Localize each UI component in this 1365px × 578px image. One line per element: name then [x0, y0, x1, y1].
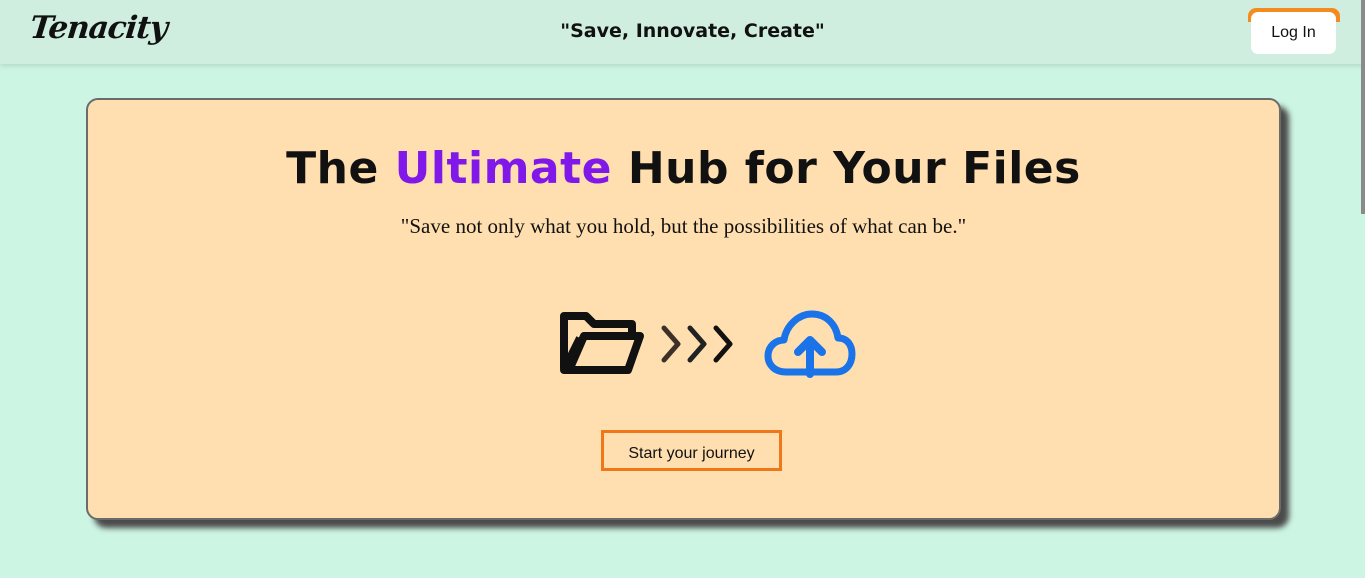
- hero-title-end: Hub for Your Files: [612, 143, 1081, 194]
- top-navbar: Tenacity "Save, Innovate, Create" Log In: [0, 0, 1365, 64]
- hero-card: The Ultimate Hub for Your Files "Save no…: [86, 98, 1281, 520]
- cloud-upload-icon: [764, 310, 856, 378]
- hero-title-accent: Ultimate: [394, 143, 612, 194]
- triple-chevron-right-icon: [661, 325, 733, 363]
- login-button[interactable]: Log In: [1251, 12, 1336, 54]
- folder-open-icon: [560, 312, 644, 374]
- hero-quote: "Save not only what you hold, but the po…: [400, 214, 967, 238]
- hero-title-start: The: [286, 143, 395, 194]
- login-button-wrapper: Log In: [1248, 8, 1340, 54]
- hero-title: The Ultimate Hub for Your Files: [88, 143, 1279, 194]
- header-tagline: "Save, Innovate, Create": [560, 20, 825, 42]
- page-scrollbar[interactable]: [1361, 0, 1365, 214]
- start-journey-button[interactable]: Start your journey: [601, 430, 782, 471]
